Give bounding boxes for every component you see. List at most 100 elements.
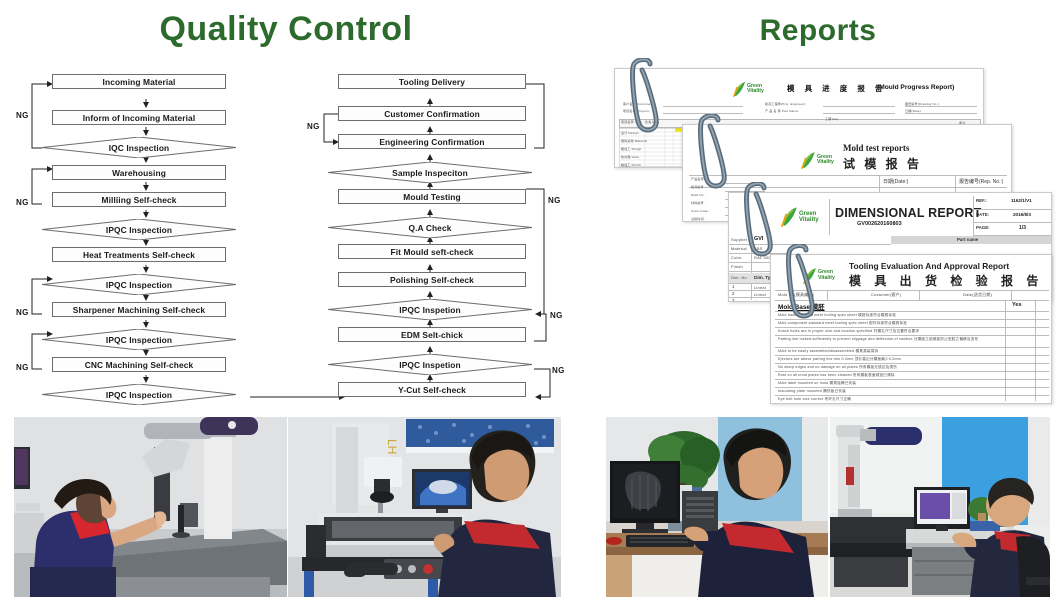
green-vitality-logo-3: Green Vitality [781,206,819,227]
doc4-title-en: Tooling Evaluation And Approval Report [849,261,1010,271]
ng-label-1: NG [16,111,29,120]
doc4-check-8: Mold label mounted on mold 模具铭牌已安装 [778,381,857,385]
flow-node-milling-self-check[interactable]: Milliing Self-check [52,192,226,207]
doc3-meta-value-1: 2016/8/3 [1013,212,1031,217]
doc4-cr-7 [775,379,1049,380]
doc4-check-2: Knock holes are in proper size and locat… [778,329,920,333]
doc2-field-3: 材料编号 : [691,201,706,205]
doc4-cr-8 [775,387,1049,388]
doc2-header-cell-0: 日期(Date:) [883,179,909,185]
flow-node-label: Sample Inspeciton [392,167,468,178]
flow-node-cnc-machining-self-check[interactable]: CNC Machining Self-check [52,357,226,372]
flow-node-label: Engineering Confirmation [379,136,485,147]
flow-node-engineering-confirmation[interactable]: Engineering Confirmation [338,134,526,149]
document-tooling-evaluation-report[interactable]: Green Vitality Tooling Evaluation And Ap… [770,254,1052,404]
flow-decision-ipqc-inspection-2[interactable]: IPQC Inspection [42,274,236,295]
flow-node-inform-of-incoming-material[interactable]: Inform of Incoming Material [52,110,226,125]
doc3-row-no-2: 3 [732,298,735,302]
flow-node-polishing-self-check[interactable]: Polishing Self-check [338,272,526,287]
doc2-line-0 [725,183,765,184]
doc4-header-field-2: Date(送货日期) [963,292,993,297]
flow-decision-ipqc-inspetion-2[interactable]: IPQC Inspetion [328,354,532,375]
doc3-side-rule-0 [729,244,891,245]
doc4-cr-1 [775,327,1049,328]
doc4-hvr-1 [919,290,920,300]
doc4-check-0: Mold base standard meet tooling spec she… [778,313,897,317]
doc3-part-name-label: Part name [957,237,979,242]
photo-content [830,417,1050,597]
doc4-rule-a [775,290,1049,291]
doc1-field-3: 产 品 名 称 Part Name: [765,109,800,113]
doc1-field-rule-1 [663,113,743,114]
doc3-side-label-0: Supplier [731,237,748,242]
photo-cad-workstation[interactable] [606,417,828,597]
doc1-row-0: 设计 Design [621,131,639,135]
flow-node-label: Y-Cut Self-check [398,384,466,395]
brand-text: Green Vitality [799,210,819,223]
photo-cmm-operator-female[interactable] [14,417,287,597]
doc4-yes-vrule-l [1005,300,1006,401]
flow-node-heat-treatments-self-check[interactable]: Heat Treatments Self-check [52,247,226,262]
photo-content [14,417,287,597]
flow-node-customer-confirmation[interactable]: Customer Confirmation [338,106,526,121]
flow-node-label: Heat Treatments Self-check [83,249,195,260]
doc3-vrule-logo [829,199,830,235]
page-title-reports: Reports [759,14,877,47]
flow-node-label: IPQC Inspection [105,279,173,290]
flow-node-edm-self-check[interactable]: EDM Selt-chick [338,327,526,342]
flow-decision-qa-check[interactable]: Q.A Check [328,217,532,238]
doc2-title-cn: 试 模 报 告 [843,157,923,171]
doc3-row-no-1: 2 [732,291,735,296]
doc1-field-rule-5 [905,113,977,114]
doc4-check-6: No sharp edges and no damage on all plat… [778,365,898,369]
doc1-row-2: 粗加工 Rough [621,147,642,151]
flow-node-label: IPQC Inspetion [399,359,461,370]
doc3-col-head-0: Dim. No [731,275,747,280]
flow-decision-ipqc-inspetion-1[interactable]: IPQC Inspetion [328,299,532,320]
flow-node-label: EDM Selt-chick [401,329,463,340]
flow-node-incoming-material[interactable]: Incoming Material [52,74,226,89]
flow-decision-iqc-inspection[interactable]: IQC Inspection [42,137,236,158]
ng-label-4: NG [16,363,29,372]
leaf-icon [803,268,816,284]
doc1-row-4: 精加工 Finish [621,163,641,167]
doc2-field-1: 模具编号 : [691,185,706,189]
green-vitality-logo-4: Green Vitality [803,267,835,284]
photo-cmm-lab-workstation[interactable] [830,417,1050,597]
flow-node-y-cut-self-check[interactable]: Y-Cut Self-check [338,382,526,397]
flow-decision-ipqc-inspection-1[interactable]: IPQC Inspection [42,219,236,240]
flow-node-mould-testing[interactable]: Mould Testing [338,189,526,204]
flow-node-label: Mould Testing [403,191,461,202]
quality-control-flowchart: Incoming Material Inform of Incoming Mat… [14,66,564,405]
flow-node-sharpener-machining-self-check[interactable]: Sharpener Machining Self-check [52,302,226,317]
leaf-icon [781,207,797,227]
doc2-rule-mid [689,187,1007,188]
ng-label-2: NG [16,198,29,207]
flow-node-fit-mould-self-check[interactable]: Fit Mould seft-check [338,244,526,259]
photo-content: LH [288,417,561,597]
doc2-header-cell-1: 报告编号(Rep. No.:) [959,179,1004,185]
flow-decision-ipqc-inspection-3[interactable]: IPQC Inspection [42,329,236,350]
flow-decision-sample-inspection[interactable]: Sample Inspeciton [328,162,532,183]
brand-text: Green Vitality [817,153,834,165]
doc1-field-2: 模具工程师(Proj. Engineer): [765,102,807,106]
doc1-field-rule-3 [823,113,895,114]
flow-node-warehousing[interactable]: Warehousing [52,165,226,180]
leaf-icon [733,82,745,97]
flow-node-label: Q.A Check [408,222,452,233]
doc4-yes-vrule-r [1035,300,1036,401]
page-root: Quality Control Reports Incoming Materia… [0,0,1060,599]
flow-decision-ipqc-inspection-4[interactable]: IPQC Inspection [42,384,236,405]
flow-node-label: IPQC Inspetion [399,304,461,315]
doc1-field-rule-0 [663,106,743,107]
ng-label-6: NG [548,196,561,205]
photo-vision-measuring-machine[interactable]: LH [288,417,561,597]
flow-node-tooling-delivery[interactable]: Tooling Delivery [338,74,526,89]
doc3-row-type-2: Lineal [754,299,766,302]
doc4-check-4: Mold to be easily assembled/disassembled… [778,349,879,353]
doc4-check-1: Mold component standard meet tooling spe… [778,321,908,325]
doc3-side-label-2: Color [731,255,742,260]
doc3-side-value-0: GVI [754,236,764,242]
doc4-cr-9 [775,395,1049,396]
flow-node-label: IQC Inspection [108,142,170,153]
